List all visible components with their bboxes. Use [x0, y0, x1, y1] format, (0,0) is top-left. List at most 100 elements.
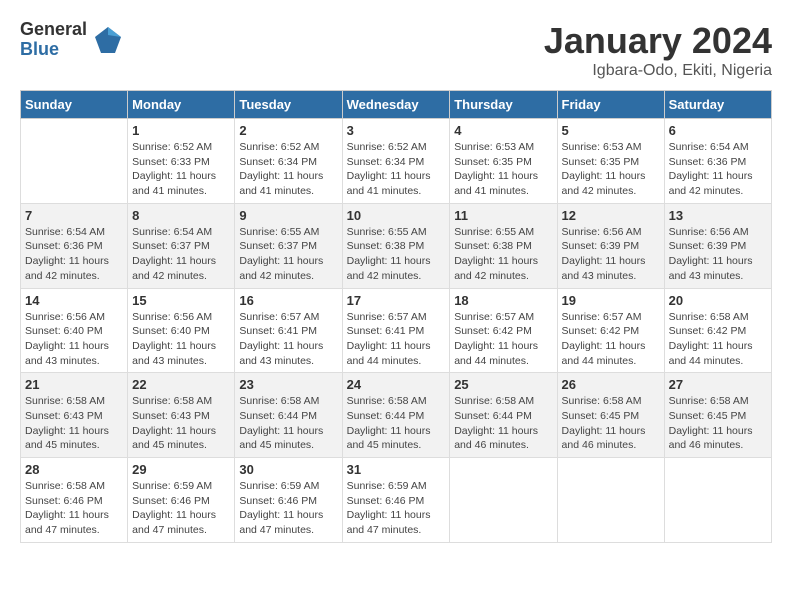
calendar-cell: 23 Sunrise: 6:58 AMSunset: 6:44 PMDaylig… [235, 373, 342, 458]
day-info: Sunrise: 6:54 AMSunset: 6:36 PMDaylight:… [25, 225, 123, 284]
day-number: 11 [454, 208, 552, 223]
day-number: 1 [132, 123, 230, 138]
day-number: 21 [25, 377, 123, 392]
day-info: Sunrise: 6:54 AMSunset: 6:36 PMDaylight:… [669, 140, 767, 199]
day-number: 30 [239, 462, 337, 477]
calendar-cell: 11 Sunrise: 6:55 AMSunset: 6:38 PMDaylig… [450, 203, 557, 288]
day-info: Sunrise: 6:52 AMSunset: 6:34 PMDaylight:… [347, 140, 446, 199]
calendar-cell: 3 Sunrise: 6:52 AMSunset: 6:34 PMDayligh… [342, 119, 450, 204]
main-title: January 2024 [544, 20, 772, 62]
day-info: Sunrise: 6:57 AMSunset: 6:41 PMDaylight:… [239, 310, 337, 369]
day-number: 28 [25, 462, 123, 477]
day-info: Sunrise: 6:56 AMSunset: 6:40 PMDaylight:… [132, 310, 230, 369]
calendar-cell: 22 Sunrise: 6:58 AMSunset: 6:43 PMDaylig… [128, 373, 235, 458]
day-number: 29 [132, 462, 230, 477]
day-info: Sunrise: 6:55 AMSunset: 6:38 PMDaylight:… [454, 225, 552, 284]
title-section: January 2024 Igbara-Odo, Ekiti, Nigeria [544, 20, 772, 80]
subtitle: Igbara-Odo, Ekiti, Nigeria [544, 62, 772, 80]
day-number: 3 [347, 123, 446, 138]
day-info: Sunrise: 6:56 AMSunset: 6:39 PMDaylight:… [562, 225, 660, 284]
day-info: Sunrise: 6:57 AMSunset: 6:41 PMDaylight:… [347, 310, 446, 369]
day-number: 18 [454, 293, 552, 308]
logo-icon [93, 25, 123, 55]
calendar-cell: 31 Sunrise: 6:59 AMSunset: 6:46 PMDaylig… [342, 458, 450, 543]
day-number: 23 [239, 377, 337, 392]
calendar-cell: 30 Sunrise: 6:59 AMSunset: 6:46 PMDaylig… [235, 458, 342, 543]
day-info: Sunrise: 6:58 AMSunset: 6:42 PMDaylight:… [669, 310, 767, 369]
day-number: 9 [239, 208, 337, 223]
day-number: 13 [669, 208, 767, 223]
day-number: 5 [562, 123, 660, 138]
calendar-cell: 25 Sunrise: 6:58 AMSunset: 6:44 PMDaylig… [450, 373, 557, 458]
day-info: Sunrise: 6:58 AMSunset: 6:45 PMDaylight:… [669, 394, 767, 453]
day-info: Sunrise: 6:55 AMSunset: 6:38 PMDaylight:… [347, 225, 446, 284]
day-header-sunday: Sunday [21, 91, 128, 119]
calendar-cell: 16 Sunrise: 6:57 AMSunset: 6:41 PMDaylig… [235, 288, 342, 373]
day-number: 14 [25, 293, 123, 308]
day-info: Sunrise: 6:53 AMSunset: 6:35 PMDaylight:… [562, 140, 660, 199]
day-info: Sunrise: 6:59 AMSunset: 6:46 PMDaylight:… [347, 479, 446, 538]
day-number: 22 [132, 377, 230, 392]
calendar-cell: 13 Sunrise: 6:56 AMSunset: 6:39 PMDaylig… [664, 203, 771, 288]
day-info: Sunrise: 6:58 AMSunset: 6:45 PMDaylight:… [562, 394, 660, 453]
day-number: 4 [454, 123, 552, 138]
day-info: Sunrise: 6:56 AMSunset: 6:39 PMDaylight:… [669, 225, 767, 284]
calendar-cell: 9 Sunrise: 6:55 AMSunset: 6:37 PMDayligh… [235, 203, 342, 288]
day-info: Sunrise: 6:52 AMSunset: 6:34 PMDaylight:… [239, 140, 337, 199]
day-info: Sunrise: 6:52 AMSunset: 6:33 PMDaylight:… [132, 140, 230, 199]
calendar-cell: 24 Sunrise: 6:58 AMSunset: 6:44 PMDaylig… [342, 373, 450, 458]
day-number: 24 [347, 377, 446, 392]
day-number: 17 [347, 293, 446, 308]
day-info: Sunrise: 6:55 AMSunset: 6:37 PMDaylight:… [239, 225, 337, 284]
calendar-cell: 20 Sunrise: 6:58 AMSunset: 6:42 PMDaylig… [664, 288, 771, 373]
calendar-cell: 7 Sunrise: 6:54 AMSunset: 6:36 PMDayligh… [21, 203, 128, 288]
day-number: 8 [132, 208, 230, 223]
calendar-cell [664, 458, 771, 543]
day-header-tuesday: Tuesday [235, 91, 342, 119]
day-number: 7 [25, 208, 123, 223]
calendar-cell: 5 Sunrise: 6:53 AMSunset: 6:35 PMDayligh… [557, 119, 664, 204]
day-number: 2 [239, 123, 337, 138]
calendar-cell: 27 Sunrise: 6:58 AMSunset: 6:45 PMDaylig… [664, 373, 771, 458]
day-number: 31 [347, 462, 446, 477]
logo-general-text: General [20, 20, 87, 40]
calendar-cell: 12 Sunrise: 6:56 AMSunset: 6:39 PMDaylig… [557, 203, 664, 288]
calendar-cell: 29 Sunrise: 6:59 AMSunset: 6:46 PMDaylig… [128, 458, 235, 543]
calendar-cell: 15 Sunrise: 6:56 AMSunset: 6:40 PMDaylig… [128, 288, 235, 373]
day-info: Sunrise: 6:58 AMSunset: 6:46 PMDaylight:… [25, 479, 123, 538]
calendar-cell: 17 Sunrise: 6:57 AMSunset: 6:41 PMDaylig… [342, 288, 450, 373]
calendar-cell: 21 Sunrise: 6:58 AMSunset: 6:43 PMDaylig… [21, 373, 128, 458]
page-header: General Blue January 2024 Igbara-Odo, Ek… [20, 20, 772, 80]
day-info: Sunrise: 6:56 AMSunset: 6:40 PMDaylight:… [25, 310, 123, 369]
day-info: Sunrise: 6:58 AMSunset: 6:43 PMDaylight:… [132, 394, 230, 453]
day-number: 6 [669, 123, 767, 138]
day-number: 25 [454, 377, 552, 392]
day-header-monday: Monday [128, 91, 235, 119]
calendar-cell: 28 Sunrise: 6:58 AMSunset: 6:46 PMDaylig… [21, 458, 128, 543]
day-info: Sunrise: 6:54 AMSunset: 6:37 PMDaylight:… [132, 225, 230, 284]
day-info: Sunrise: 6:58 AMSunset: 6:44 PMDaylight:… [239, 394, 337, 453]
day-number: 15 [132, 293, 230, 308]
day-info: Sunrise: 6:57 AMSunset: 6:42 PMDaylight:… [562, 310, 660, 369]
calendar-week-row: 1 Sunrise: 6:52 AMSunset: 6:33 PMDayligh… [21, 119, 772, 204]
calendar-cell [21, 119, 128, 204]
day-info: Sunrise: 6:58 AMSunset: 6:44 PMDaylight:… [454, 394, 552, 453]
calendar-cell: 10 Sunrise: 6:55 AMSunset: 6:38 PMDaylig… [342, 203, 450, 288]
calendar-cell: 26 Sunrise: 6:58 AMSunset: 6:45 PMDaylig… [557, 373, 664, 458]
day-info: Sunrise: 6:58 AMSunset: 6:44 PMDaylight:… [347, 394, 446, 453]
calendar-cell: 14 Sunrise: 6:56 AMSunset: 6:40 PMDaylig… [21, 288, 128, 373]
calendar-cell [557, 458, 664, 543]
day-info: Sunrise: 6:57 AMSunset: 6:42 PMDaylight:… [454, 310, 552, 369]
calendar-week-row: 21 Sunrise: 6:58 AMSunset: 6:43 PMDaylig… [21, 373, 772, 458]
calendar-cell: 19 Sunrise: 6:57 AMSunset: 6:42 PMDaylig… [557, 288, 664, 373]
day-info: Sunrise: 6:58 AMSunset: 6:43 PMDaylight:… [25, 394, 123, 453]
calendar-header-row: SundayMondayTuesdayWednesdayThursdayFrid… [21, 91, 772, 119]
day-info: Sunrise: 6:53 AMSunset: 6:35 PMDaylight:… [454, 140, 552, 199]
day-number: 10 [347, 208, 446, 223]
day-header-thursday: Thursday [450, 91, 557, 119]
day-number: 16 [239, 293, 337, 308]
logo: General Blue [20, 20, 123, 60]
day-number: 26 [562, 377, 660, 392]
day-header-wednesday: Wednesday [342, 91, 450, 119]
calendar-cell: 6 Sunrise: 6:54 AMSunset: 6:36 PMDayligh… [664, 119, 771, 204]
